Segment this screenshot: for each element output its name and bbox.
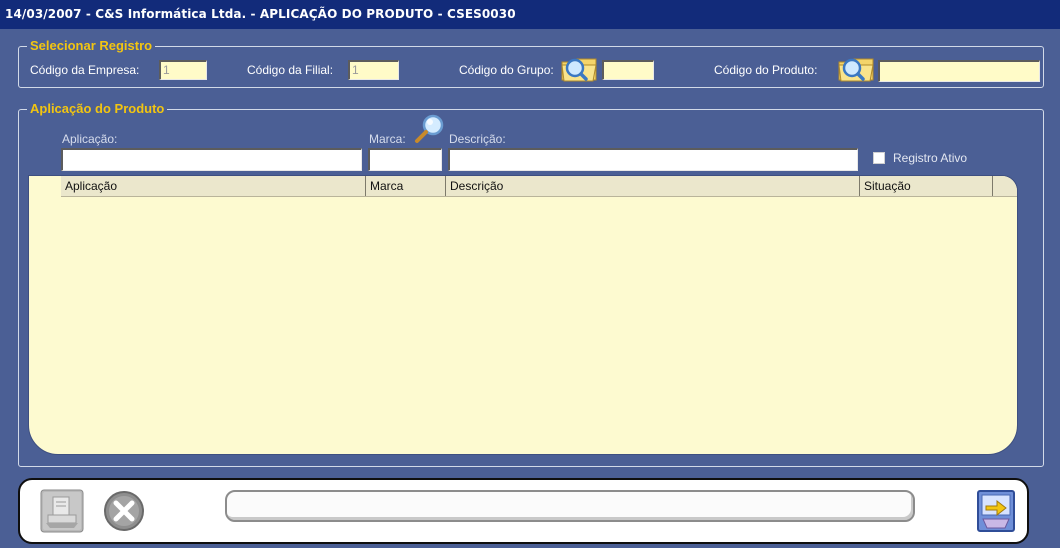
grupo-label: Código do Grupo:	[459, 63, 554, 77]
grupo-field[interactable]	[602, 60, 654, 80]
aplicacao-field[interactable]	[61, 148, 362, 171]
application-grid[interactable]: Aplicação Marca Descrição Situação	[28, 175, 1018, 455]
select-record-legend: Selecionar Registro	[27, 38, 156, 54]
print-button[interactable]	[39, 488, 85, 537]
folder-search-icon	[561, 58, 597, 82]
filial-field[interactable]: 1	[348, 60, 399, 80]
title-bar: 14/03/2007 - C&S Informática Ltda. - APL…	[0, 0, 1060, 29]
magnifier-icon	[415, 114, 444, 143]
column-header-descricao[interactable]: Descrição	[446, 176, 860, 196]
marca-field[interactable]	[368, 148, 442, 171]
cancel-button[interactable]	[102, 490, 146, 535]
folder-search-icon	[838, 58, 874, 82]
registro-ativo-label: Registro Ativo	[893, 151, 968, 165]
footer-toolbar	[18, 478, 1029, 544]
descricao-field[interactable]	[448, 148, 858, 171]
marca-label: Marca:	[369, 132, 406, 146]
grid-header: Aplicação Marca Descrição Situação	[61, 176, 1017, 197]
status-bar	[225, 490, 915, 522]
aplicacao-label: Aplicação:	[62, 132, 118, 146]
print-icon	[40, 489, 84, 533]
produto-label: Código do Produto:	[714, 63, 818, 77]
application-window: 14/03/2007 - C&S Informática Ltda. - APL…	[0, 0, 1060, 548]
grupo-search-button[interactable]	[560, 54, 600, 87]
exit-button[interactable]	[975, 488, 1017, 537]
empresa-field[interactable]: 1	[159, 60, 207, 80]
column-header-situacao[interactable]: Situação	[860, 176, 993, 196]
produto-search-button[interactable]	[837, 54, 877, 87]
column-header-marca[interactable]: Marca	[366, 176, 446, 196]
exit-icon	[977, 490, 1015, 532]
product-application-legend: Aplicação do Produto	[27, 101, 168, 117]
filial-label: Código da Filial:	[247, 63, 334, 77]
window-title: 14/03/2007 - C&S Informática Ltda. - APL…	[5, 7, 516, 21]
registro-ativo-checkbox[interactable]	[873, 152, 885, 164]
column-header-aplicacao[interactable]: Aplicação	[61, 176, 366, 196]
descricao-label: Descrição:	[449, 132, 506, 146]
cancel-icon	[104, 491, 144, 531]
marca-search-button[interactable]	[412, 113, 446, 148]
produto-field[interactable]	[878, 60, 1040, 82]
empresa-label: Código da Empresa:	[30, 63, 140, 77]
